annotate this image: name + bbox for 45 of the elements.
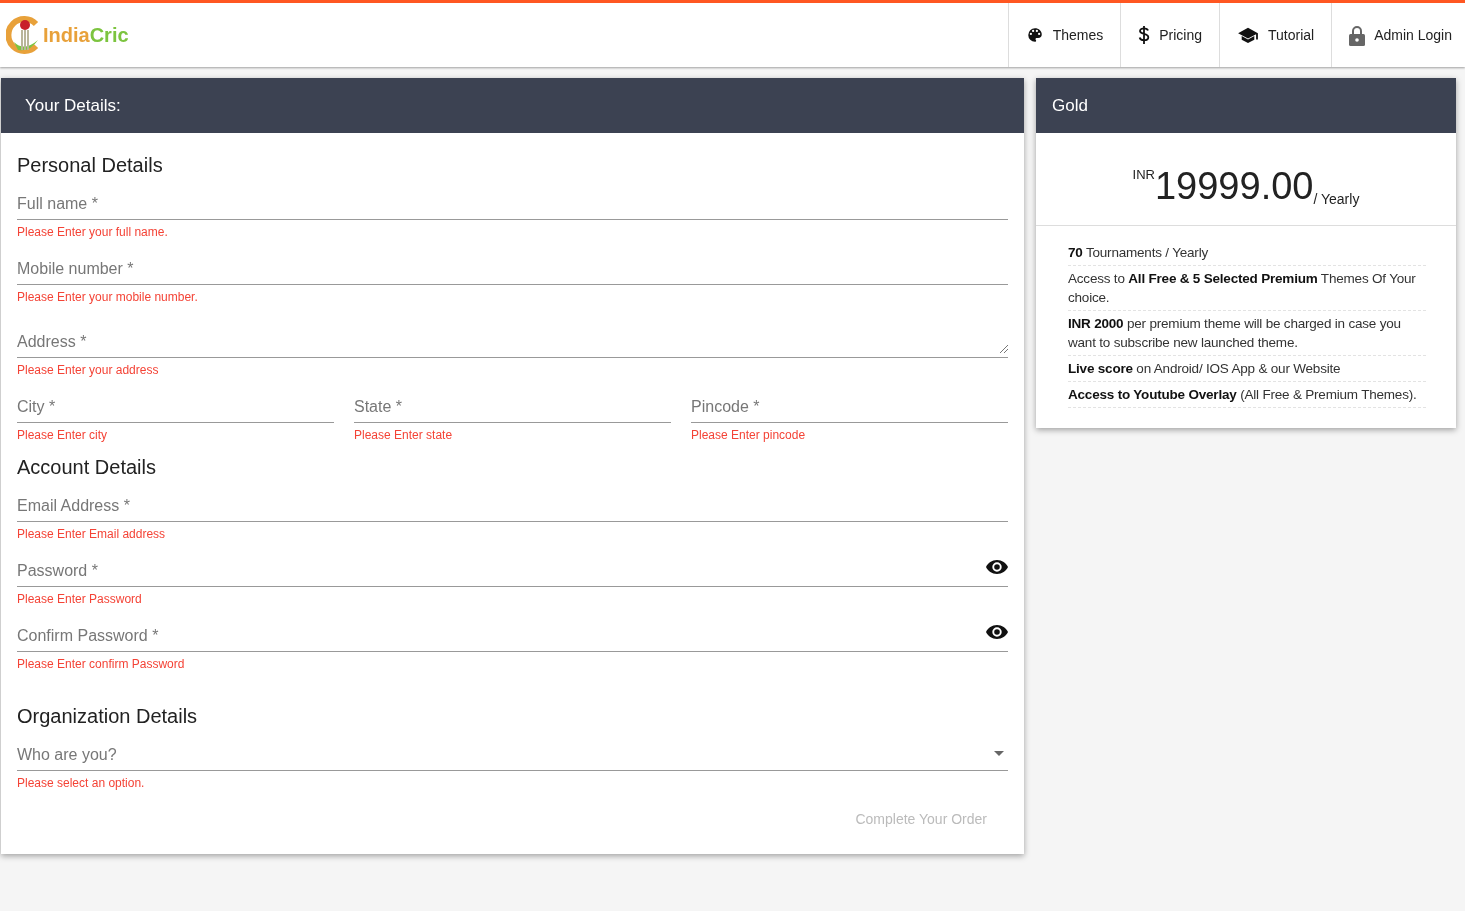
input-field[interactable]: Email Address * bbox=[17, 489, 1008, 522]
nav-link[interactable]: Pricing bbox=[1120, 3, 1219, 67]
nav-link[interactable]: Tutorial bbox=[1219, 3, 1332, 67]
dropdown-caret-icon bbox=[994, 751, 1004, 756]
card-title: Gold bbox=[1052, 95, 1088, 116]
error-message: Please Enter your address bbox=[17, 363, 160, 377]
section-title: Personal Details bbox=[17, 153, 164, 177]
graduation-cap-icon bbox=[1237, 26, 1259, 44]
feature-item: Access to Youtube Overlay (All Free & Premium Themes). bbox=[1068, 382, 1426, 408]
billing-period: / Yearly bbox=[1313, 191, 1360, 207]
lock-icon bbox=[1349, 24, 1366, 46]
error-message: Please Enter Password bbox=[17, 592, 143, 606]
error-message: Please Enter your full name. bbox=[17, 225, 169, 239]
price: 19999.00 bbox=[1154, 165, 1314, 207]
input-field[interactable]: Confirm Password * bbox=[17, 619, 1008, 652]
resize-handle-icon[interactable] bbox=[1000, 345, 1008, 353]
select-field[interactable]: Who are you? bbox=[17, 738, 1008, 771]
input-field[interactable]: Pincode * bbox=[691, 390, 1008, 423]
error-message: Please select an option. bbox=[17, 776, 146, 790]
nav-link[interactable]: Admin Login bbox=[1331, 3, 1465, 67]
feature-item: 70 Tournaments / Yearly bbox=[1068, 240, 1426, 266]
error-message: Please Enter state bbox=[354, 428, 454, 442]
input-field[interactable]: State * bbox=[354, 390, 671, 423]
input-field[interactable]: Password * bbox=[17, 554, 1008, 587]
card-title: Your Details: bbox=[25, 95, 121, 116]
input-field[interactable]: Mobile number * bbox=[17, 252, 1008, 285]
section-title: Organization Details bbox=[17, 704, 199, 728]
textarea-field[interactable]: Address * bbox=[17, 317, 1008, 358]
eye-icon[interactable] bbox=[986, 560, 1008, 574]
error-message: Please Enter city bbox=[17, 428, 109, 442]
error-message: Please Enter pincode bbox=[691, 428, 807, 442]
error-message: Please Enter confirm Password bbox=[17, 657, 186, 671]
section-title: Account Details bbox=[17, 455, 157, 479]
palette-icon bbox=[1025, 26, 1044, 44]
currency: INR bbox=[1132, 167, 1155, 182]
feature-item: INR 2000 per premium theme will be charged in case you want to subscribe new launched theme. bbox=[1068, 311, 1426, 356]
feature-item: Access to All Free & 5 Selected Premium Themes Of Your choice. bbox=[1068, 266, 1426, 311]
error-message: Please Enter Email address bbox=[17, 527, 167, 541]
input-field[interactable]: Full name * bbox=[17, 187, 1008, 220]
error-message: Please Enter your mobile number. bbox=[17, 290, 199, 304]
dollar-icon bbox=[1138, 25, 1151, 45]
nav-link[interactable]: Themes bbox=[1007, 3, 1121, 67]
feature-item: Live score on Android/ IOS App & our Website bbox=[1068, 356, 1426, 382]
eye-icon[interactable] bbox=[986, 625, 1008, 639]
input-field[interactable]: City * bbox=[17, 390, 334, 423]
